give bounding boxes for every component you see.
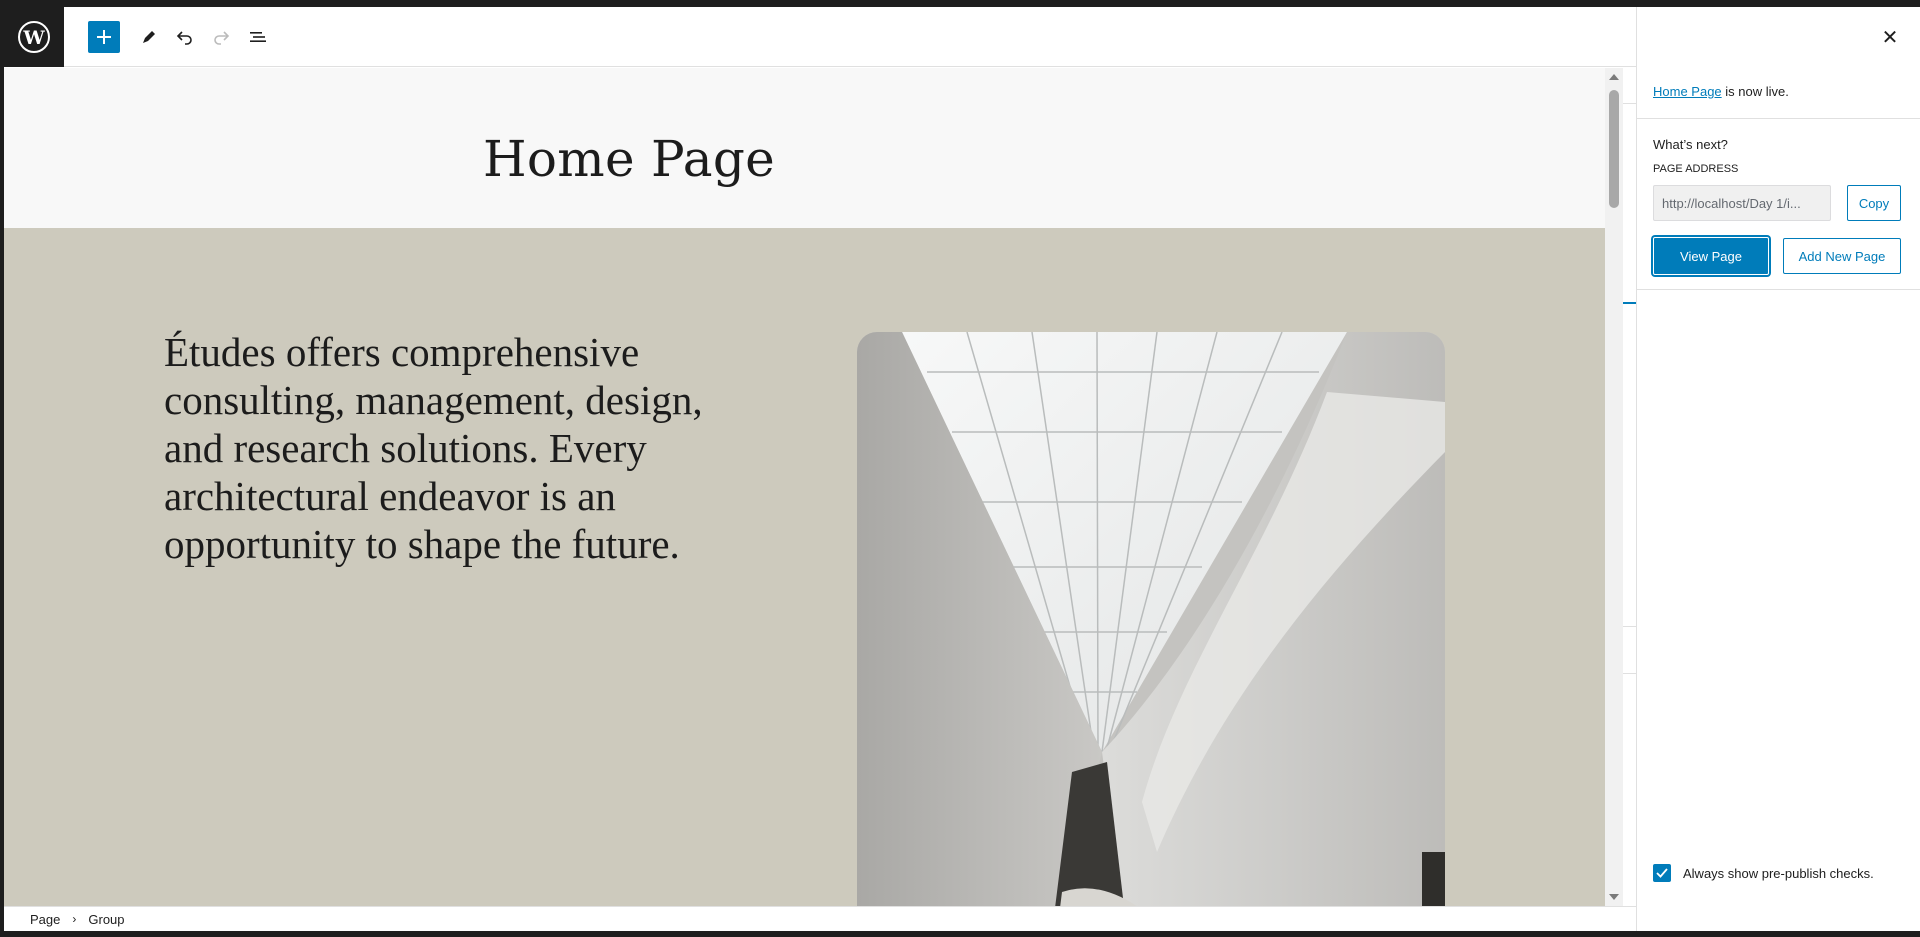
- page-title[interactable]: Home Page: [4, 130, 1254, 188]
- pencil-icon: [143, 31, 155, 43]
- gutter-divider: [1623, 103, 1636, 104]
- list-view-icon: [250, 32, 266, 42]
- document-overview-button[interactable]: [240, 19, 276, 55]
- plus-icon: [97, 30, 111, 44]
- panel-gutter: [1623, 68, 1636, 906]
- editor-window: W Home Page Études offers comprehensive …: [4, 7, 1920, 931]
- group-block[interactable]: Études offers comprehensive consulting, …: [4, 228, 1605, 906]
- undo-icon: [176, 31, 192, 45]
- panel-divider: [1637, 118, 1920, 119]
- gutter-divider: [1623, 626, 1636, 627]
- editor-canvas[interactable]: Home Page Études offers comprehensive co…: [4, 68, 1605, 906]
- breadcrumb-page[interactable]: Page: [30, 912, 60, 927]
- panel-divider: [1637, 289, 1920, 290]
- title-area: Home Page: [4, 68, 1605, 228]
- whats-next-heading: What’s next?: [1653, 137, 1728, 152]
- svg-text:W: W: [22, 27, 45, 49]
- checkmark-icon: [1656, 868, 1668, 878]
- post-publish-panel: ✕ Home Page is now live. What’s next? PA…: [1636, 7, 1920, 931]
- redo-button[interactable]: [203, 19, 239, 55]
- add-new-page-button[interactable]: Add New Page: [1783, 238, 1901, 274]
- page-address-field[interactable]: [1653, 185, 1831, 221]
- intro-paragraph[interactable]: Études offers comprehensive consulting, …: [164, 328, 764, 568]
- close-icon: ✕: [1881, 26, 1899, 49]
- prepublish-label[interactable]: Always show pre-publish checks.: [1683, 866, 1874, 881]
- scroll-down-arrow-icon[interactable]: [1609, 894, 1619, 900]
- architecture-image[interactable]: [857, 332, 1445, 906]
- copy-button[interactable]: Copy: [1847, 185, 1901, 221]
- page-address-label: PAGE ADDRESS: [1653, 163, 1739, 175]
- add-block-button[interactable]: [88, 21, 120, 53]
- prepublish-checks-option: Always show pre-publish checks.: [1653, 864, 1874, 882]
- editor-toolbar: W: [4, 7, 1636, 67]
- breadcrumb-group[interactable]: Group: [88, 912, 124, 927]
- gutter-active-indicator: [1623, 302, 1636, 304]
- chevron-right-icon: ›: [72, 912, 77, 926]
- close-panel-button[interactable]: ✕: [1876, 23, 1904, 51]
- prepublish-checkbox[interactable]: [1653, 864, 1671, 882]
- scroll-up-arrow-icon[interactable]: [1609, 74, 1619, 80]
- live-notice-text: is now live.: [1721, 84, 1789, 99]
- undo-button[interactable]: [167, 19, 203, 55]
- block-breadcrumb: Page › Group: [4, 906, 1636, 931]
- gutter-divider: [1623, 673, 1636, 674]
- wordpress-logo-icon[interactable]: W: [4, 7, 64, 67]
- redo-icon: [214, 31, 230, 45]
- tools-button[interactable]: [131, 19, 167, 55]
- live-notice: Home Page is now live.: [1653, 84, 1789, 99]
- canvas-scrollbar[interactable]: [1605, 68, 1623, 906]
- scrollbar-thumb[interactable]: [1609, 90, 1619, 208]
- live-page-link[interactable]: Home Page: [1653, 84, 1722, 99]
- view-page-button[interactable]: View Page: [1653, 237, 1769, 275]
